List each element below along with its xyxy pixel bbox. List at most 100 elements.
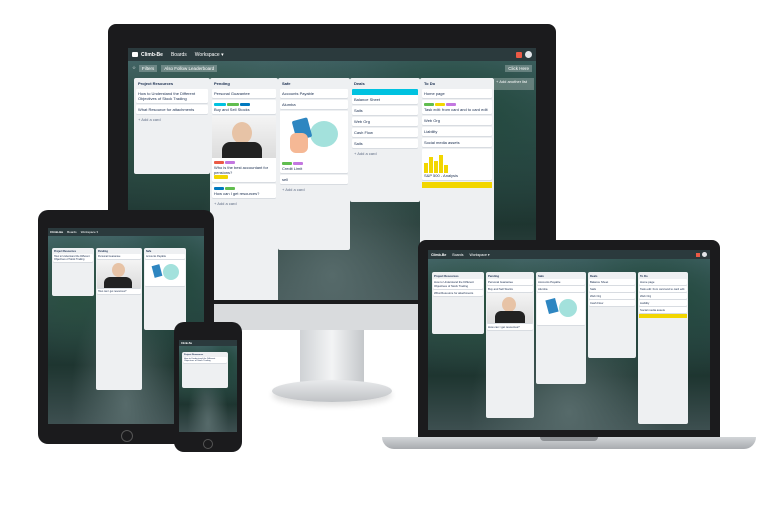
- card[interactable]: Web Org: [352, 117, 418, 126]
- card[interactable]: How can I get resources?: [212, 184, 276, 198]
- card-with-image[interactable]: Credit Limit: [280, 111, 348, 173]
- card[interactable]: How can I get resources?: [487, 324, 533, 330]
- card[interactable]: Accounts Payable: [537, 279, 585, 285]
- card[interactable]: Cash Flow: [352, 128, 418, 137]
- nav-boards[interactable]: Boards: [171, 52, 187, 58]
- add-card-button[interactable]: + Add a card: [280, 186, 348, 193]
- nav-workspace[interactable]: Workspace ▾: [195, 52, 224, 58]
- card[interactable]: Personal Guarantee: [97, 254, 141, 259]
- card[interactable]: Accounts Payable: [280, 89, 348, 98]
- laptop-notch: [540, 437, 598, 441]
- card[interactable]: Home page: [639, 279, 687, 285]
- card[interactable]: Liability: [639, 300, 687, 306]
- list-title[interactable]: Project Resources: [54, 250, 92, 253]
- add-card-button[interactable]: + Add a card: [352, 150, 418, 157]
- card[interactable]: Accounts Payable: [145, 254, 185, 259]
- card[interactable]: Personal Guarantee: [212, 89, 276, 98]
- user-avatar-icon[interactable]: [702, 252, 707, 257]
- card[interactable]: Social media assets: [639, 307, 687, 313]
- monitor-stand-neck: [300, 326, 364, 384]
- card-with-image[interactable]: [97, 260, 141, 288]
- label-blue: [214, 187, 224, 190]
- label-teal: [214, 103, 226, 106]
- list-title[interactable]: To Do: [640, 274, 686, 278]
- card[interactable]: How to Understand the Different Objectiv…: [53, 254, 93, 262]
- card[interactable]: How to Understand the Different Objectiv…: [136, 89, 208, 103]
- link-button[interactable]: Also Follow Leaderboard: [161, 64, 218, 72]
- user-avatar-icon[interactable]: [525, 51, 532, 58]
- list-deals: Deals Balance Sheet Sails Web Org Cash F…: [588, 272, 636, 358]
- list-title[interactable]: Safe: [538, 274, 584, 278]
- list-title[interactable]: Project Resources: [184, 354, 226, 356]
- card[interactable]: Balance Sheet: [589, 279, 635, 285]
- card-with-image[interactable]: [537, 293, 585, 325]
- phone-home-button: [203, 439, 213, 449]
- card[interactable]: Liability: [422, 127, 492, 136]
- card[interactable]: How can I get resources?: [97, 289, 141, 294]
- app-name[interactable]: Climb-Be: [431, 253, 446, 257]
- card[interactable]: How to Understand the Different Objectiv…: [433, 279, 483, 289]
- card[interactable]: Buy and Sell Stocks: [487, 286, 533, 292]
- nav-boards[interactable]: Boards: [452, 253, 463, 257]
- add-list-button[interactable]: + Add another list: [494, 78, 534, 90]
- card[interactable]: Task edit: from card and to card edit: [422, 100, 492, 114]
- notification-icon[interactable]: [696, 252, 700, 257]
- card-with-image[interactable]: Who is the best accountant for pensions?: [212, 116, 276, 182]
- board-logo-icon[interactable]: [132, 52, 138, 57]
- list-title[interactable]: To Do: [424, 81, 490, 86]
- list-title[interactable]: Pending: [488, 274, 532, 278]
- card[interactable]: Task edit: from card and to card edit: [639, 286, 687, 292]
- list-title[interactable]: Project Resources: [434, 274, 482, 278]
- list-project-resources: Project Resources How to Understand the …: [52, 248, 94, 296]
- list-title[interactable]: Project Resources: [138, 81, 206, 86]
- card[interactable]: What Resource for attachments: [136, 105, 208, 114]
- list-title[interactable]: Pending: [214, 81, 274, 86]
- card[interactable]: Web Org: [639, 293, 687, 299]
- nav-boards[interactable]: Boards: [67, 230, 77, 234]
- star-icon[interactable]: ☆: [132, 65, 136, 71]
- list-project-resources: Project Resources How to Understand the …: [134, 78, 210, 174]
- filters-button[interactable]: Filters: [139, 64, 158, 72]
- card[interactable]: Personal Guarantee: [487, 279, 533, 285]
- card[interactable]: Home page: [422, 89, 492, 98]
- phone-screen: Climb-Be Project Resources How to Unders…: [179, 340, 237, 432]
- card-with-chart[interactable]: S&P 500 - Analysis: [422, 149, 492, 180]
- credit-card-illustration: [280, 111, 348, 159]
- card[interactable]: How to Understand the Different Objectiv…: [183, 357, 227, 363]
- card[interactable]: Social media assets: [422, 138, 492, 147]
- card[interactable]: Buy and Sell Stocks: [212, 100, 276, 114]
- header-right-button[interactable]: Click Here: [505, 64, 532, 72]
- card[interactable]: Alumba: [537, 286, 585, 292]
- label-purple: [293, 162, 304, 165]
- card[interactable]: sell: [280, 175, 348, 184]
- add-card-button[interactable]: + Add a card: [136, 116, 208, 123]
- card[interactable]: Sails: [352, 106, 418, 115]
- list-safe: Safe Accounts Payable Alumba Credit Limi…: [278, 78, 350, 250]
- card-teal-cover[interactable]: Balance Sheet: [352, 89, 418, 104]
- card[interactable]: Sails: [352, 139, 418, 148]
- card[interactable]: Cash Flow: [589, 300, 635, 306]
- card-with-image[interactable]: [487, 293, 533, 323]
- notification-icon[interactable]: [516, 51, 522, 58]
- card[interactable]: Sails: [589, 286, 635, 292]
- list-title[interactable]: Deals: [590, 274, 634, 278]
- card[interactable]: Web Org: [422, 116, 492, 125]
- card-with-image[interactable]: [145, 260, 185, 286]
- list-project-resources: Project Resources How to Understand the …: [182, 352, 228, 388]
- label-blue: [240, 103, 251, 106]
- app-name[interactable]: Climb-Be: [50, 230, 63, 234]
- nav-workspace[interactable]: Workspace ▾: [469, 253, 489, 257]
- list-title[interactable]: Pending: [98, 250, 140, 253]
- list-title[interactable]: Safe: [282, 81, 346, 86]
- card[interactable]: What Resource for attachments: [433, 290, 483, 296]
- nav-workspace[interactable]: Workspace ▾: [81, 230, 98, 234]
- card[interactable]: Web Org: [589, 293, 635, 299]
- card[interactable]: Alumba: [280, 100, 348, 109]
- app-name[interactable]: Climb-Be: [181, 342, 192, 345]
- list-title[interactable]: Deals: [354, 81, 416, 86]
- app-name[interactable]: Climb-Be: [141, 52, 163, 58]
- list-pending: Pending Personal Guarantee How can I get…: [96, 248, 142, 390]
- label-yellow: [435, 103, 446, 106]
- list-title[interactable]: Safe: [146, 250, 184, 253]
- add-card-button[interactable]: + Add a card: [212, 200, 276, 207]
